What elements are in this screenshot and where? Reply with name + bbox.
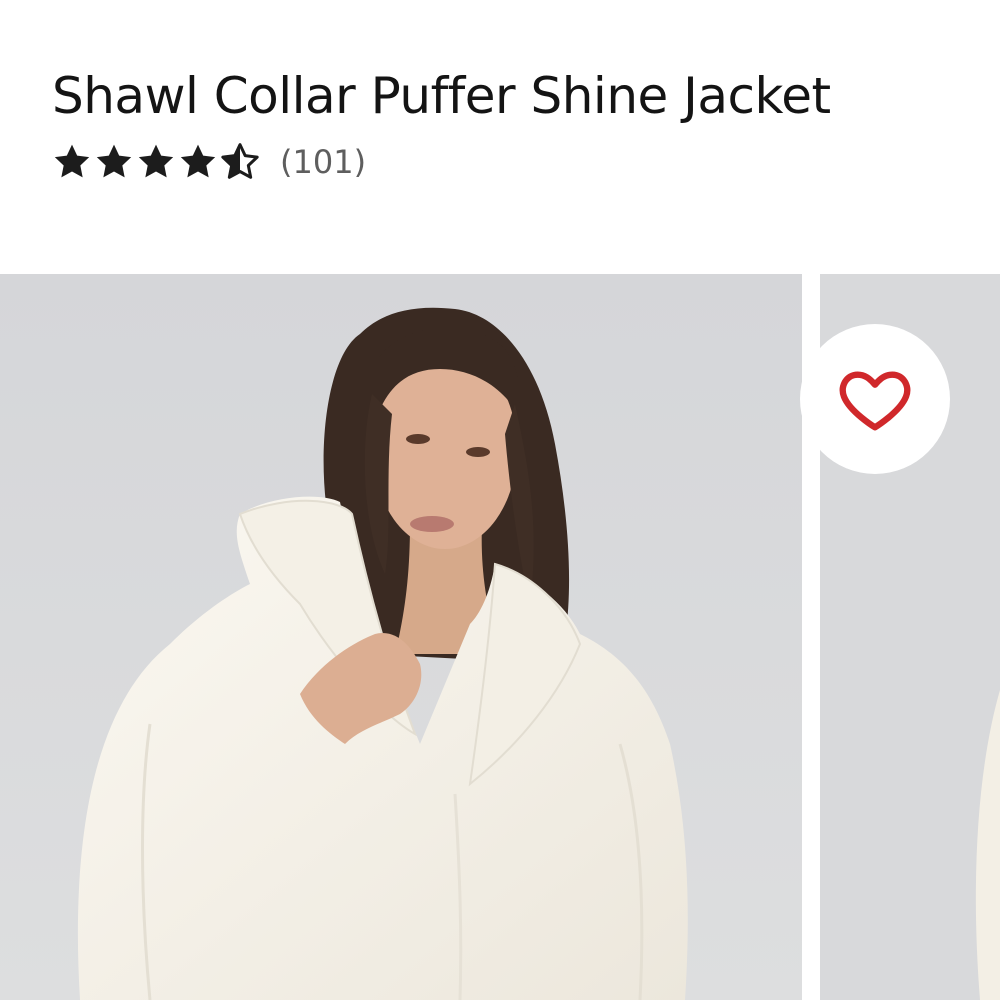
star-full-icon <box>138 144 174 178</box>
review-count[interactable]: (101) <box>280 142 366 182</box>
star-full-icon <box>54 144 90 178</box>
heart-outline-icon <box>839 371 911 431</box>
rating-stars <box>52 142 260 182</box>
add-to-favorites-button[interactable] <box>800 324 950 474</box>
star-full-icon <box>180 144 216 178</box>
product-rating[interactable]: (101) <box>52 142 952 182</box>
product-image-main[interactable] <box>0 274 802 1000</box>
product-header: Shawl Collar Puffer Shine Jacket (101) <box>52 64 952 182</box>
star-half-icon <box>221 143 259 179</box>
model-wearing-jacket-photo <box>0 274 802 1000</box>
product-title: Shawl Collar Puffer Shine Jacket <box>52 67 831 125</box>
star-full-icon <box>96 144 132 178</box>
product-image-carousel[interactable] <box>0 274 1000 1000</box>
